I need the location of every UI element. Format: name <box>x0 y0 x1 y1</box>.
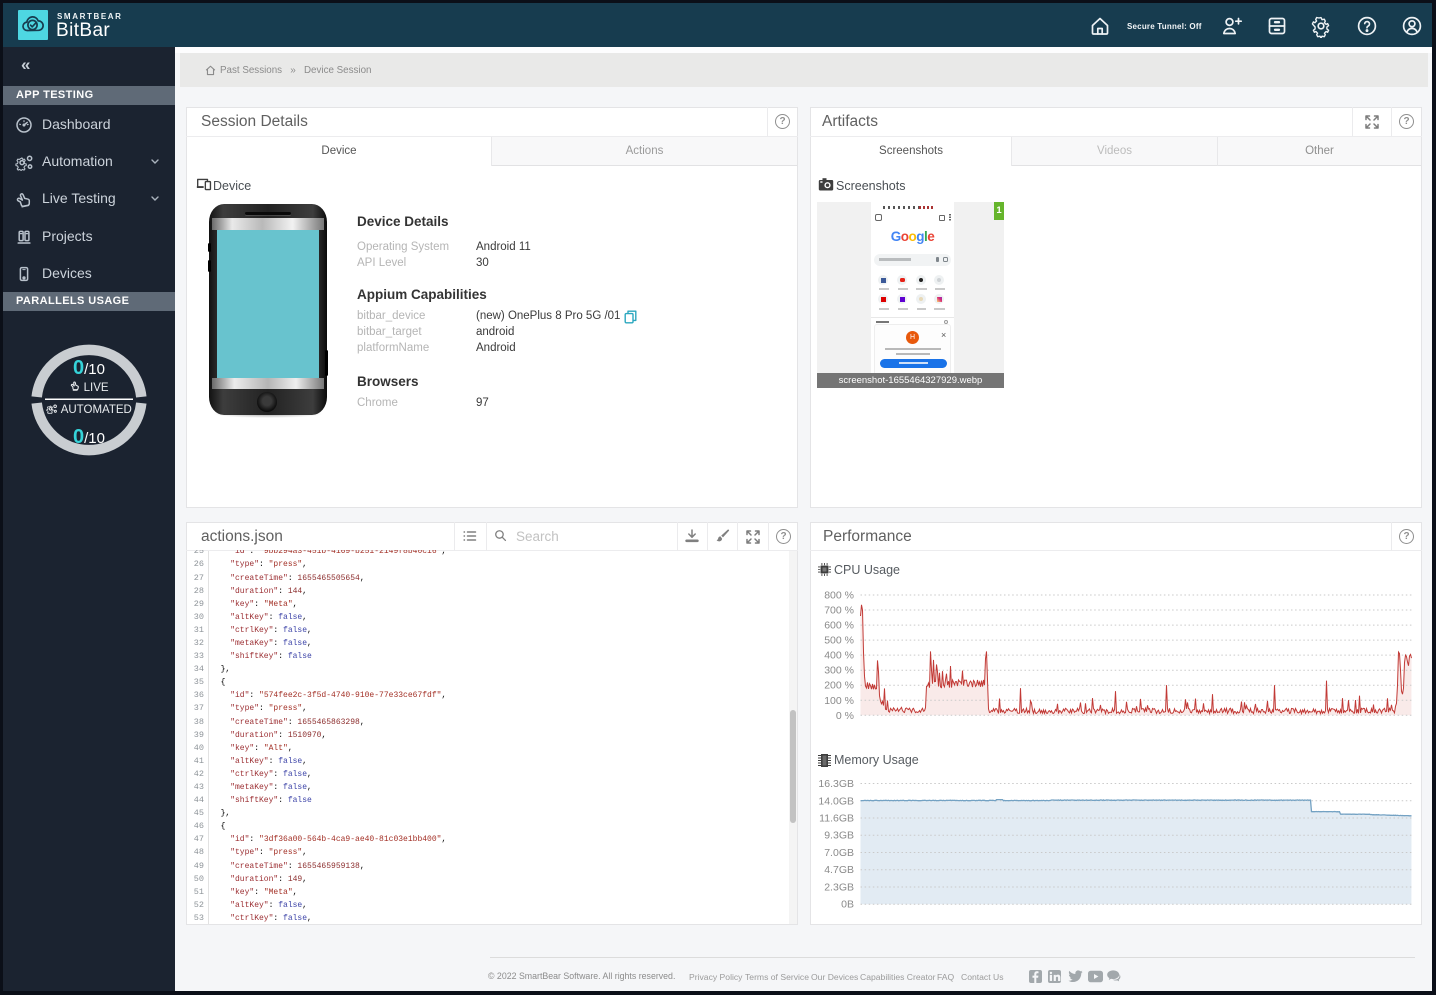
svg-text:16.3GB: 16.3GB <box>818 778 854 790</box>
svg-text:7.0GB: 7.0GB <box>824 847 854 859</box>
svg-text:200 %: 200 % <box>824 680 854 692</box>
svg-text:0B: 0B <box>841 899 854 911</box>
svg-text:600 %: 600 % <box>824 620 854 632</box>
svg-text:300 %: 300 % <box>824 665 854 677</box>
svg-text:700 %: 700 % <box>824 605 854 617</box>
svg-text:400 %: 400 % <box>824 650 854 662</box>
svg-text:0 %: 0 % <box>836 710 854 722</box>
svg-text:2.3GB: 2.3GB <box>824 882 854 894</box>
svg-text:11.6GB: 11.6GB <box>819 813 854 825</box>
svg-text:4.7GB: 4.7GB <box>824 864 854 876</box>
svg-text:500 %: 500 % <box>824 635 854 647</box>
svg-text:14.0GB: 14.0GB <box>818 795 854 807</box>
svg-text:9.3GB: 9.3GB <box>824 830 854 842</box>
svg-text:100 %: 100 % <box>824 695 854 707</box>
svg-text:800 %: 800 % <box>824 590 854 602</box>
